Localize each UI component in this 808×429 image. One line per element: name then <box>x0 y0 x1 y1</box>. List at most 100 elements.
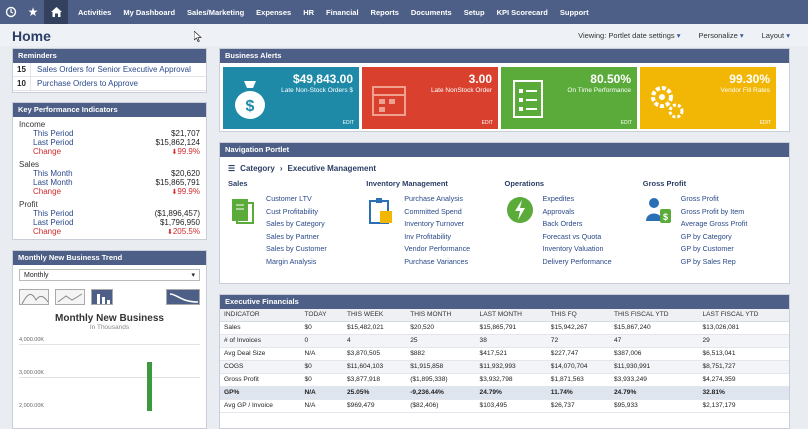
reminder-link[interactable]: Purchase Orders to Approve <box>31 77 138 90</box>
nav-link[interactable]: GP by Customer <box>681 243 748 256</box>
value-cell: ($1,895,338) <box>406 373 476 387</box>
nav-link[interactable]: Forecast vs Quota <box>543 231 612 244</box>
alert-edit-link[interactable]: EDIT <box>760 120 771 126</box>
reminder-row[interactable]: 15 Sales Orders for Senior Executive App… <box>13 63 206 77</box>
value-cell: $103,495 <box>475 399 547 413</box>
column-header[interactable]: LAST MONTH <box>475 309 547 322</box>
line-chart-icon[interactable] <box>55 289 85 305</box>
value-cell: $3,870,505 <box>343 347 407 361</box>
portlet-date-settings-link[interactable]: Viewing: Portlet date settings <box>578 31 680 40</box>
nav-link[interactable]: Sales by Partner <box>266 231 327 244</box>
value-cell: $1,915,858 <box>406 360 476 374</box>
nav-link[interactable]: Approvals <box>543 206 612 219</box>
nav-link[interactable]: Inventory Turnover <box>404 218 470 231</box>
value-cell: 24.79% <box>475 386 547 400</box>
kpi-row: This Month $20,620 <box>19 169 200 178</box>
favorites-star-icon[interactable]: ★ <box>22 0 44 24</box>
nav-link[interactable]: Inv Profitability <box>404 231 470 244</box>
nav-link[interactable]: Vendor Performance <box>404 243 470 256</box>
column-header[interactable]: INDICATOR <box>220 309 301 322</box>
chevron-down-icon: ▾ <box>191 272 195 279</box>
nav-link[interactable]: Gross Profit <box>681 193 748 206</box>
nav-link[interactable]: Sales by Category <box>266 218 327 231</box>
value-cell: $882 <box>406 347 476 361</box>
nav-link[interactable]: Expedites <box>543 193 612 206</box>
column-header[interactable]: LAST FISCAL YTD <box>698 309 789 322</box>
crumb-category[interactable]: Category <box>240 164 275 173</box>
nav-link[interactable]: Gross Profit by Item <box>681 206 748 219</box>
nav-link[interactable]: Purchase Variances <box>404 256 470 269</box>
nav-item-my-dashboard[interactable]: My Dashboard <box>117 8 181 17</box>
nav-item-support[interactable]: Support <box>554 8 595 17</box>
nav-link[interactable]: Average Gross Profit <box>681 218 748 231</box>
value-cell: 25 <box>406 334 476 348</box>
nav-link[interactable]: GP by Category <box>681 231 748 244</box>
nav-item-setup[interactable]: Setup <box>458 8 491 17</box>
alert-edit-link[interactable]: EDIT <box>343 120 354 126</box>
area-chart-icon[interactable] <box>19 289 49 305</box>
reminder-row[interactable]: 10 Purchase Orders to Approve <box>13 77 206 91</box>
reminder-link[interactable]: Sales Orders for Senior Executive Approv… <box>31 63 191 76</box>
value-cell: $26,737 <box>546 399 610 413</box>
alert-tile[interactable]: 3.00 Late NonStock Order EDIT <box>362 67 498 129</box>
nav-link[interactable]: Back Orders <box>543 218 612 231</box>
nav-category-title: Inventory Management <box>366 179 448 188</box>
nav-link[interactable]: Sales by Customer <box>266 243 327 256</box>
nav-link[interactable]: Committed Spend <box>404 206 470 219</box>
nav-link[interactable]: GP by Sales Rep <box>681 256 748 269</box>
kpi-row-label[interactable]: This Period <box>33 209 73 218</box>
alert-edit-link[interactable]: EDIT <box>482 120 493 126</box>
value-cell: 38 <box>475 334 547 348</box>
nav-item-hr[interactable]: HR <box>297 8 320 17</box>
kpi-row-label[interactable]: Change <box>33 147 61 156</box>
kpi-row-label[interactable]: Last Period <box>33 138 73 147</box>
column-header[interactable]: TODAY <box>300 309 344 322</box>
nav-item-expenses[interactable]: Expenses <box>250 8 297 17</box>
crumb-executive-management[interactable]: Executive Management <box>288 164 376 173</box>
recent-icon[interactable] <box>0 0 22 24</box>
period-select[interactable]: Monthly ▾ <box>19 269 200 281</box>
nav-link[interactable]: Cust Profitability <box>266 206 327 219</box>
alert-tile[interactable]: $ $49,843.00 Late Non-Stock Orders $ EDIT <box>223 67 359 129</box>
kpi-row-label[interactable]: Last Period <box>33 218 73 227</box>
kpi-row-label[interactable]: Last Month <box>33 178 73 187</box>
nav-link[interactable]: Margin Analysis <box>266 256 327 269</box>
alert-tile[interactable]: 80.50% On Time Performance EDIT <box>501 67 637 129</box>
home-icon[interactable] <box>44 0 68 24</box>
menu-icon[interactable]: ☰ <box>228 164 235 173</box>
alert-edit-link[interactable]: EDIT <box>621 120 632 126</box>
column-header[interactable]: THIS WEEK <box>343 309 407 322</box>
column-header[interactable]: THIS FQ <box>546 309 610 322</box>
nav-link[interactable]: Inventory Valuation <box>543 243 612 256</box>
personalize-link[interactable]: Personalize <box>699 31 744 40</box>
gears-icon <box>648 77 686 121</box>
chart-options-icon[interactable] <box>166 289 200 305</box>
column-header[interactable]: THIS FISCAL YTD <box>609 309 699 322</box>
alert-amount: $49,843.00 <box>292 72 353 86</box>
kpi-row-label[interactable]: Change <box>33 227 61 236</box>
nav-item-documents[interactable]: Documents <box>405 8 458 17</box>
nav-link[interactable]: Customer LTV <box>266 193 327 206</box>
kpi-row-label[interactable]: This Period <box>33 129 73 138</box>
value-cell: N/A <box>300 399 344 413</box>
kpi-row-label[interactable]: This Month <box>33 169 73 178</box>
kpi-group-name: Sales <box>19 160 40 169</box>
nav-link[interactable]: Purchase Analysis <box>404 193 470 206</box>
nav-item-activities[interactable]: Activities <box>72 8 117 17</box>
nav-item-reports[interactable]: Reports <box>365 8 405 17</box>
alert-tile[interactable]: 99.30% Vendor Fill Rates EDIT <box>640 67 776 129</box>
kpi-row-value: $1,796,950 <box>159 218 200 227</box>
nav-item-financial[interactable]: Financial <box>320 8 365 17</box>
nav-item-kpi-scorecard[interactable]: KPI Scorecard <box>491 8 554 17</box>
kpi-row-label[interactable]: Change <box>33 187 61 196</box>
navigation-portlet-title: Navigation Portlet <box>220 143 789 157</box>
kpi-group-profit: Profit This Period ($1,896,457) Last Period… <box>19 200 200 236</box>
value-cell: 29 <box>698 334 789 348</box>
bar-chart-icon[interactable] <box>91 289 113 305</box>
nav-item-sales-marketing[interactable]: Sales/Marketing <box>181 8 250 17</box>
nav-link[interactable]: Delivery Performance <box>543 256 612 269</box>
nav-category-inventory-management: Inventory Management Purchase Analysis Com… <box>366 179 504 268</box>
layout-link[interactable]: Layout <box>762 31 790 40</box>
column-header[interactable]: THIS MONTH <box>406 309 476 322</box>
value-cell: $227,747 <box>546 347 610 361</box>
